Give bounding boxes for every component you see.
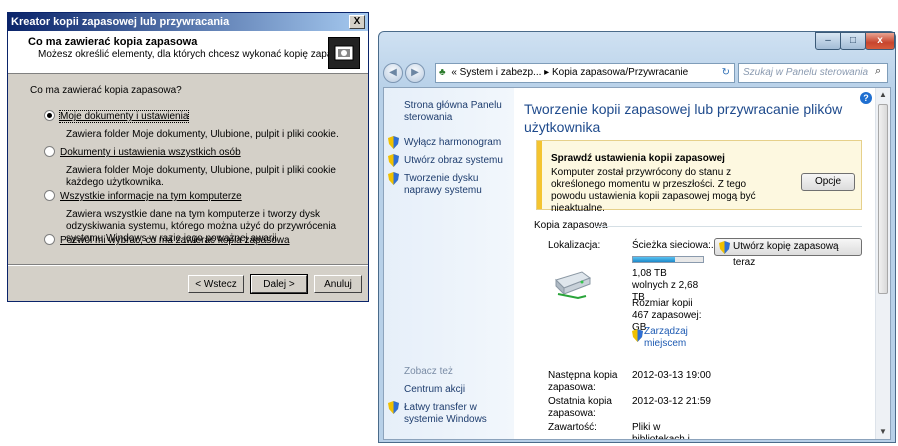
address-bar[interactable]: ♣ « System i zabezp... ▸ Kopia zapasowa/…	[435, 63, 735, 83]
sidebar-item-easy-transfer[interactable]: Łatwy transfer w systemie Windows	[404, 402, 512, 426]
back-arrow-icon[interactable]: ◀	[383, 63, 403, 83]
shield-icon	[388, 154, 399, 167]
shield-icon	[388, 172, 399, 185]
header-title: Co ma zawierać kopia zapasowa	[28, 36, 198, 48]
disk-usage-bar	[632, 256, 704, 263]
warning-accent	[537, 141, 542, 209]
next-button[interactable]: Dalej >	[250, 274, 308, 294]
navigation-bar: ◀ ▶ ♣ « System i zabezp... ▸ Kopia zapas…	[383, 62, 891, 84]
vertical-scrollbar[interactable]: ▲ ▼	[875, 88, 890, 439]
contents-label: Zawartość:	[548, 422, 597, 433]
radio-icon[interactable]	[44, 190, 55, 201]
back-button[interactable]: < Wstecz	[188, 275, 244, 293]
wizard-title-bar: Kreator kopii zapasowej lub przywracania…	[8, 13, 368, 31]
wizard-title: Kreator kopii zapasowej lub przywracania	[11, 16, 230, 28]
location-label: Lokalizacja:	[548, 240, 601, 251]
disk-usage-fill	[633, 257, 675, 262]
option-all-info[interactable]: Wszystkie informacje na tym komputerze	[44, 190, 242, 203]
last-backup-value: 2012-03-12 21:59	[632, 396, 711, 407]
option-label: Moje dokumenty i ustawienia	[58, 110, 190, 124]
last-backup-label: Ostatnia kopia zapasowa:	[548, 396, 612, 419]
breadcrumb-arrow-icon: ▸	[544, 67, 552, 78]
contents-value: Pliki w bibliotekach i	[632, 422, 690, 440]
shield-icon	[388, 136, 399, 149]
backup-wizard-window: Kreator kopii zapasowej lub przywracania…	[7, 12, 369, 302]
footer-divider	[8, 264, 368, 266]
sidebar-item-home[interactable]: Strona główna Panelu sterowania	[404, 100, 512, 124]
close-button[interactable]: X	[349, 15, 365, 29]
warning-body: Komputer został przywrócony do stanu z o…	[551, 167, 756, 214]
options-button[interactable]: Opcje	[801, 173, 855, 191]
option-all-users[interactable]: Dokumenty i ustawienia wszystkich osób	[44, 146, 241, 159]
forward-arrow-icon[interactable]: ▶	[405, 63, 425, 83]
shield-icon	[632, 329, 643, 342]
search-icon[interactable]: ⌕	[875, 65, 881, 78]
header-subtitle: Możesz określić elementy, dla których ch…	[38, 49, 359, 60]
radio-selected-icon[interactable]	[44, 110, 55, 121]
see-also-heading: Zobacz też	[404, 366, 453, 377]
shield-icon	[719, 241, 730, 254]
maximize-button[interactable]: □	[840, 32, 866, 50]
breadcrumb-system[interactable]: « System i zabezp...	[451, 67, 541, 78]
option-my-documents[interactable]: Moje dokumenty i ustawienia	[44, 110, 190, 124]
breadcrumb-backup[interactable]: Kopia zapasowa/Przywracanie	[552, 67, 688, 78]
search-input[interactable]: Szukaj w Panelu sterowania	[738, 63, 888, 83]
warning-title: Sprawdź ustawienia kopii zapasowej	[551, 153, 725, 164]
backup-logo-icon	[328, 37, 360, 69]
manage-space-link[interactable]: Zarządzaj miejscem	[644, 326, 694, 350]
option-label: Dokumenty i ustawienia wszystkich osób	[60, 147, 241, 159]
scroll-down-icon[interactable]: ▼	[876, 425, 890, 439]
section-divider	[596, 226, 862, 227]
wizard-header: Co ma zawierać kopia zapasowa Możesz okr…	[8, 31, 368, 74]
next-backup-label: Następna kopia zapasowa:	[548, 370, 618, 393]
help-icon[interactable]: ?	[860, 92, 872, 104]
sidebar-item-repair-disc[interactable]: Tworzenie dysku naprawy systemu	[404, 173, 512, 197]
control-panel-icon: ♣	[439, 67, 446, 78]
scrollbar-thumb[interactable]	[878, 104, 888, 294]
shield-icon	[388, 401, 399, 414]
option-description: Zawiera folder Moje dokumenty, Ulubione,…	[66, 165, 336, 188]
cancel-button[interactable]: Anuluj	[314, 275, 362, 293]
close-button[interactable]: x	[865, 32, 895, 50]
scroll-up-icon[interactable]: ▲	[876, 88, 890, 102]
wizard-body: Co ma zawierać kopia zapasowa? Moje doku…	[8, 75, 368, 255]
sidebar: Strona główna Panelu sterowania Wyłącz h…	[384, 88, 514, 439]
question-label: Co ma zawierać kopia zapasowa?	[30, 85, 182, 96]
minimize-button[interactable]: –	[815, 32, 841, 50]
refresh-icon[interactable]: ↻	[722, 64, 730, 82]
option-label: Pozwól mi wybrać, co ma zawierać kopia z…	[60, 235, 290, 247]
next-backup-value: 2012-03-13 19:00	[632, 370, 711, 381]
radio-icon[interactable]	[44, 234, 55, 245]
sidebar-item-system-image[interactable]: Utwórz obraz systemu	[404, 155, 512, 167]
option-description: Zawiera folder Moje dokumenty, Ulubione,…	[66, 129, 339, 140]
page-title: Tworzenie kopii zapasowej lub przywracan…	[524, 101, 843, 135]
option-let-me-choose[interactable]: Pozwól mi wybrać, co ma zawierać kopia z…	[44, 234, 290, 247]
warning-box: Sprawdź ustawienia kopii zapasowej Kompu…	[536, 140, 862, 214]
sidebar-item-disable-schedule[interactable]: Wyłącz harmonogram	[404, 137, 512, 149]
location-value: Ścieżka sieciowa:...	[632, 240, 720, 251]
option-label: Wszystkie informacje na tym komputerze	[60, 191, 242, 203]
sidebar-item-action-center[interactable]: Centrum akcji	[404, 384, 512, 396]
radio-icon[interactable]	[44, 146, 55, 157]
drive-icon	[555, 271, 592, 300]
control-panel-window: – □ x ◀ ▶ ♣ « System i zabezp... ▸ Kopia…	[378, 31, 896, 443]
content-area: Strona główna Panelu sterowania Wyłącz h…	[383, 87, 891, 440]
backup-now-label: Utwórz kopię zapasową teraz	[733, 241, 839, 268]
backup-now-button[interactable]: Utwórz kopię zapasową teraz	[714, 238, 862, 268]
main-panel: Tworzenie kopii zapasowej lub przywracan…	[522, 88, 874, 439]
